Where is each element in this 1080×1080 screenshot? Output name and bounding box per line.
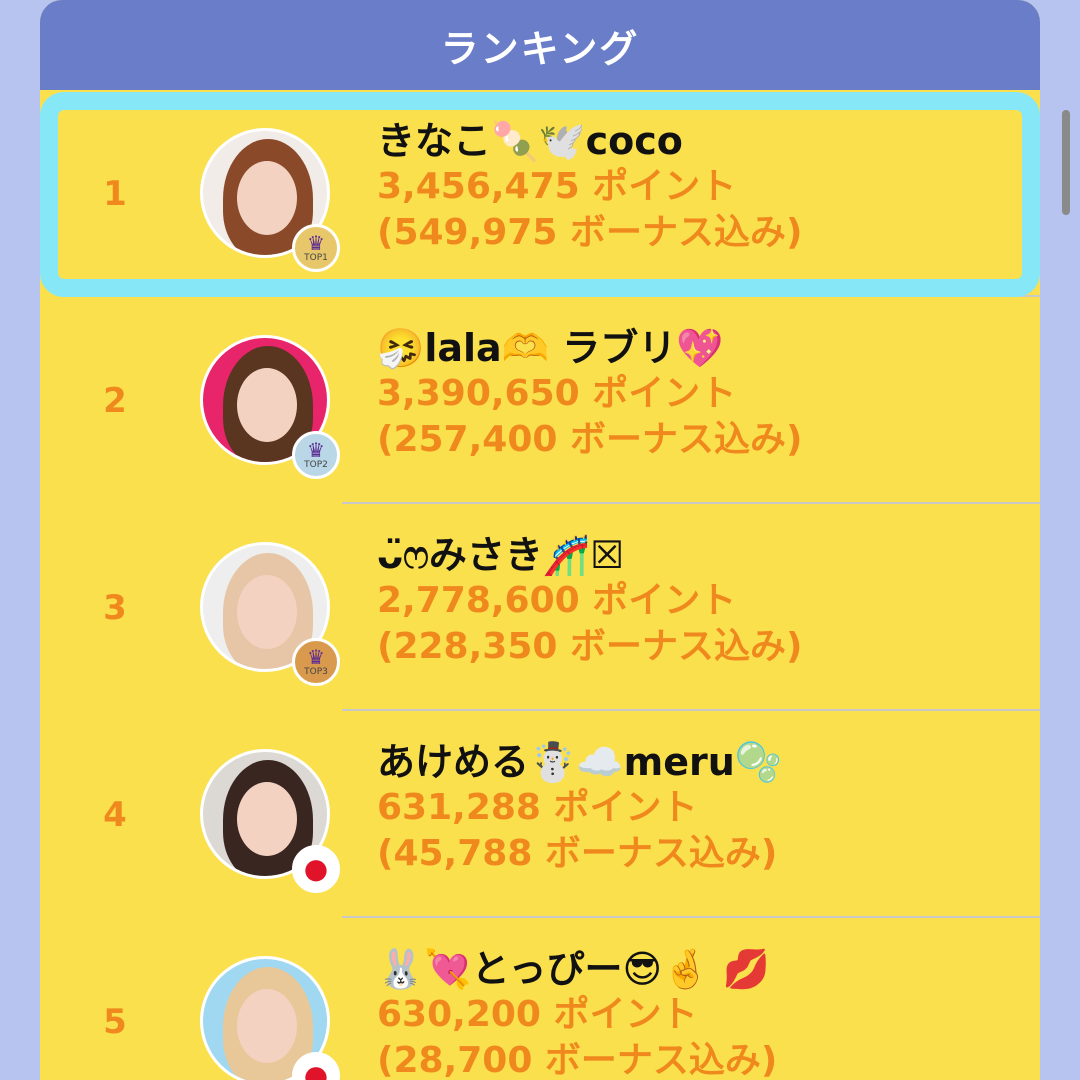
rank-number: 5 — [103, 1001, 127, 1042]
apple-icon: ● — [303, 1059, 329, 1080]
rank-number: 3 — [103, 587, 127, 628]
bonus-value: (45,788 ボーナス込み) — [377, 833, 778, 874]
ranking-row[interactable]: 2 ♛ TOP2 🤧lala🫶 ラブリ💖 3,390,650 ポイント (257… — [40, 297, 1040, 504]
user-name: 🐰💘とっぴー😎🤞 💋 — [377, 947, 770, 991]
crown-icon: ♛ — [307, 438, 325, 462]
selected-row-highlight — [40, 92, 1040, 297]
crown-icon: ♛ — [307, 645, 325, 669]
ranking-header: ランキング — [40, 0, 1040, 90]
points-value: 3,390,650 ポイント — [377, 373, 737, 414]
badge-label: TOP2 — [304, 460, 328, 470]
page-title: ランキング — [440, 26, 640, 71]
rank-badge: ● — [292, 845, 340, 893]
user-name: ᴗ̈ෆみさき🎢☒ — [377, 533, 625, 577]
bonus-value: (257,400 ボーナス込み) — [377, 419, 803, 460]
badge-label: TOP3 — [304, 667, 328, 677]
rank-number: 2 — [103, 380, 127, 421]
points-value: 2,778,600 ポイント — [377, 580, 737, 621]
bonus-value: (28,700 ボーナス込み) — [377, 1040, 778, 1080]
rank-badge: ♛ TOP3 — [292, 638, 340, 686]
ranking-row[interactable]: 4 ● あけめる☃️☁️meru🫧 631,288 ポイント (45,788 ボ… — [40, 711, 1040, 918]
ranking-row[interactable]: 3 ♛ TOP3 ᴗ̈ෆみさき🎢☒ 2,778,600 ポイント (228,35… — [40, 504, 1040, 711]
user-name: 🤧lala🫶 ラブリ💖 — [377, 326, 724, 370]
points-value: 630,200 ポイント — [377, 994, 698, 1035]
points-value: 631,288 ポイント — [377, 787, 698, 828]
user-name: あけめる☃️☁️meru🫧 — [377, 740, 783, 784]
ranking-row[interactable]: 5 ● 🐰💘とっぴー😎🤞 💋 630,200 ポイント (28,700 ボーナス… — [40, 918, 1040, 1080]
rank-number: 4 — [103, 794, 127, 835]
scrollbar[interactable] — [1062, 110, 1070, 215]
bonus-value: (228,350 ボーナス込み) — [377, 626, 803, 667]
apple-icon: ● — [303, 852, 329, 885]
rank-badge: ♛ TOP2 — [292, 431, 340, 479]
